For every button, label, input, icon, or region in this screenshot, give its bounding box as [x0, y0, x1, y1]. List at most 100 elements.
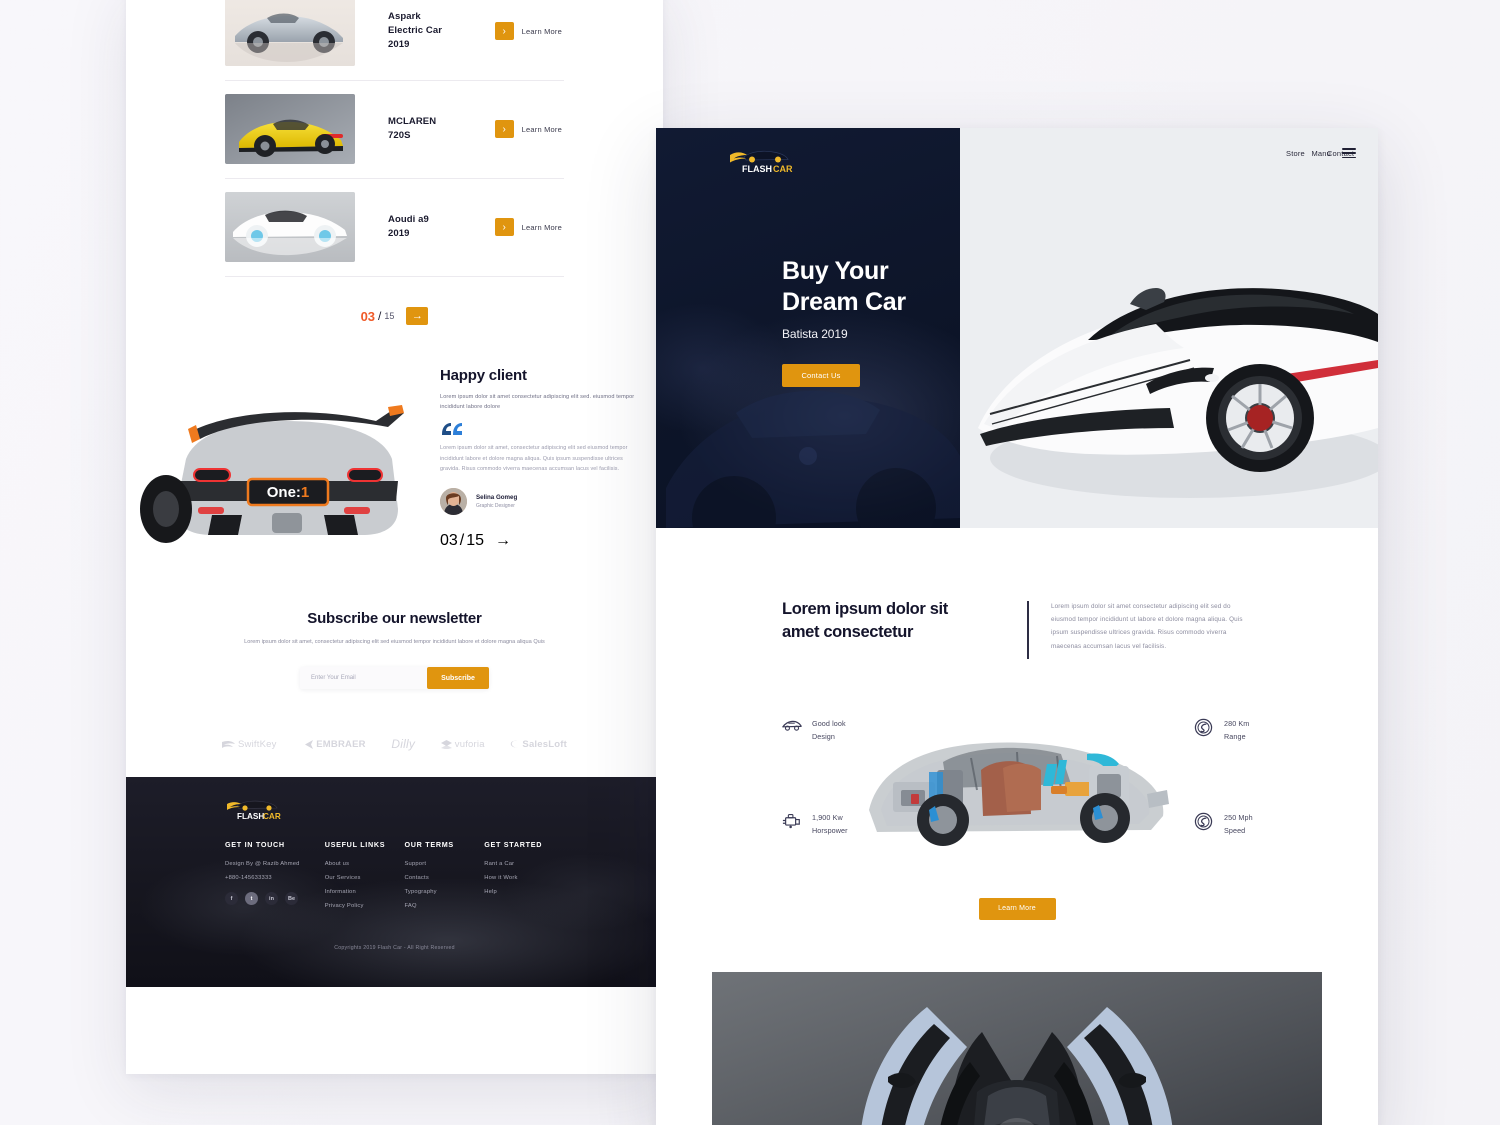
logo-text-car: CAR: [263, 812, 281, 821]
testimonial-pagination[interactable]: 03 / 15 →: [440, 532, 637, 550]
learn-more-group[interactable]: › Learn More: [494, 120, 564, 138]
footer-logo[interactable]: FLASH CAR: [225, 795, 283, 826]
footer-link[interactable]: Support: [404, 861, 484, 867]
car-thumbnail-audi: [225, 192, 355, 262]
subscribe-button[interactable]: Subscribe: [427, 667, 489, 690]
twitter-icon[interactable]: t: [245, 892, 258, 906]
footer-link[interactable]: Help: [484, 889, 564, 895]
pagination-current: 03: [440, 532, 458, 550]
car-name: Aoudi a9 2019: [388, 214, 429, 239]
footer-link[interactable]: Our Services: [325, 875, 405, 881]
brand-logo-embraer: EMBRAER: [302, 738, 366, 750]
chevron-right-icon[interactable]: ›: [494, 218, 514, 236]
hamburger-icon[interactable]: [1342, 148, 1356, 159]
footer-link[interactable]: +880-145633333: [225, 875, 325, 881]
footer-column-get-started: GET STARTED Rant a Car How it Work Help: [484, 840, 564, 917]
spec-value: 250 Mph: [1224, 813, 1253, 822]
testimonial-car-image: One:1: [126, 359, 436, 564]
footer-link[interactable]: Privacy Policy: [325, 903, 405, 909]
hero-subtitle: Batista 2019: [782, 326, 848, 341]
menu-label[interactable]: Manu: [1311, 149, 1331, 158]
intro-heading-line2: amet consectetur: [782, 623, 914, 642]
car-name: Aspark Electric Car 2019: [388, 11, 443, 50]
menu-toggle[interactable]: Manu: [1311, 148, 1356, 159]
nav-link-store[interactable]: Store: [1286, 149, 1305, 158]
footer-column-get-in-touch: GET IN TOUCH Design By @ Razib Ahmed +88…: [225, 840, 325, 917]
brand-name: vuforia: [454, 738, 485, 750]
contact-us-button[interactable]: Contact Us: [782, 363, 860, 387]
hero-copy: Buy Your Dream Car Batista 2019 Contact …: [782, 256, 906, 387]
avatar: [440, 488, 467, 516]
footer-link[interactable]: Rant a Car: [484, 861, 564, 867]
pagination-separator: /: [459, 532, 465, 550]
hero-section: FLASH CAR Buy Your Dream Car Batista 201…: [656, 128, 1378, 528]
learn-more-label[interactable]: Learn More: [522, 223, 562, 232]
brand-logo-salesloft: SalesLoft: [510, 739, 567, 750]
brand-logos-row: SwiftKey EMBRAER Dilly vuforia SalesLoft: [126, 713, 663, 777]
spec-text: 1,900 Kw Horspower: [812, 812, 848, 837]
pagination-next-button[interactable]: →: [406, 307, 429, 325]
brand-name: Dilly: [391, 737, 416, 752]
learn-more-label[interactable]: Learn More: [522, 125, 562, 134]
footer-column-heading: GET IN TOUCH: [225, 840, 285, 850]
chevron-right-icon[interactable]: ›: [494, 120, 514, 138]
footer: FLASH CAR GET IN TOUCH Design By @ Razib…: [126, 777, 663, 988]
chevron-right-icon[interactable]: ›: [494, 22, 514, 40]
intro-heading: Lorem ipsum dolor sit amet consectetur: [782, 598, 997, 645]
footer-link[interactable]: Information: [325, 889, 405, 895]
left-page-mockup: Aspark Electric Car 2019 › Learn More MC…: [126, 0, 663, 1074]
testimonial-author: Selina Gomeg Graphic Designer: [440, 488, 637, 516]
footer-link[interactable]: Contacts: [404, 875, 484, 881]
brand-logo-vuforia: vuforia: [440, 738, 485, 750]
author-name: Selina Gomeg: [476, 494, 518, 502]
social-links[interactable]: f t in Be: [225, 892, 325, 906]
pagination-current: 03: [360, 308, 376, 324]
testimonial-heading: Happy client: [440, 367, 527, 384]
quote-icon: [440, 422, 464, 436]
car-cutaway-diagram: [851, 710, 1181, 860]
learn-more-group[interactable]: › Learn More: [494, 22, 564, 40]
learn-more-button[interactable]: Learn More: [978, 897, 1056, 920]
footer-link[interactable]: Typography: [404, 889, 484, 895]
hero-title-line2: Dream Car: [782, 287, 906, 316]
footer-link: Design By @ Razib Ahmed: [225, 861, 300, 868]
footer-column-heading: GET STARTED: [484, 840, 543, 850]
hero-title-line1: Buy Your: [782, 257, 889, 285]
car-list-pagination[interactable]: 03 / 15 →: [126, 277, 663, 353]
spec-speed: 250 Mph Speed: [1194, 812, 1253, 837]
spec-value: 280 Km: [1224, 719, 1250, 728]
behance-icon[interactable]: Be: [285, 892, 298, 906]
car-list-item[interactable]: Aoudi a9 2019 › Learn More: [225, 178, 564, 276]
car-side-icon: [782, 718, 802, 738]
video-section[interactable]: [712, 971, 1322, 1125]
brand-name: SalesLoft: [522, 738, 567, 750]
spec-design: Good look Design: [782, 718, 846, 743]
car-thumbnail-mclaren: [225, 94, 355, 164]
logo-text-car: CAR: [773, 164, 793, 174]
hero-car-image: Store Contact Manu: [960, 128, 1378, 528]
email-input[interactable]: Enter Your Email: [300, 675, 427, 681]
car-list-item[interactable]: Aspark Electric Car 2019 › Learn More: [225, 0, 564, 80]
site-logo[interactable]: FLASH CAR: [728, 145, 794, 180]
spec-label: Speed: [1224, 825, 1246, 835]
brand-name: EMBRAER: [316, 738, 366, 750]
gauge-icon: [1194, 718, 1214, 738]
learn-more-group[interactable]: › Learn More: [494, 218, 564, 236]
footer-link[interactable]: How it Work: [484, 875, 564, 881]
learn-more-label[interactable]: Learn More: [522, 27, 562, 36]
pagination-separator: /: [378, 309, 382, 323]
pagination-next-button[interactable]: →: [495, 532, 511, 550]
spec-horsepower: 1,900 Kw Horspower: [782, 812, 848, 837]
newsletter-form[interactable]: Enter Your Email Subscribe: [300, 667, 489, 690]
facebook-icon[interactable]: f: [225, 892, 238, 906]
intro-heading-line1: Lorem ipsum dolor sit: [782, 600, 948, 618]
hero-title: Buy Your Dream Car: [782, 256, 906, 318]
footer-link[interactable]: About us: [325, 861, 405, 867]
testimonial-content: Happy client Lorem ipsum dolor sit amet …: [436, 359, 663, 564]
footer-link[interactable]: FAQ: [404, 903, 484, 909]
brand-logo-dilly: Dilly: [391, 737, 415, 751]
linkedin-icon[interactable]: in: [265, 892, 278, 906]
car-list-item[interactable]: MCLAREN 720S › Learn More: [225, 80, 564, 178]
learn-more-wrapper: Learn More: [656, 887, 1378, 920]
right-page-mockup: FLASH CAR Buy Your Dream Car Batista 201…: [656, 128, 1378, 1125]
